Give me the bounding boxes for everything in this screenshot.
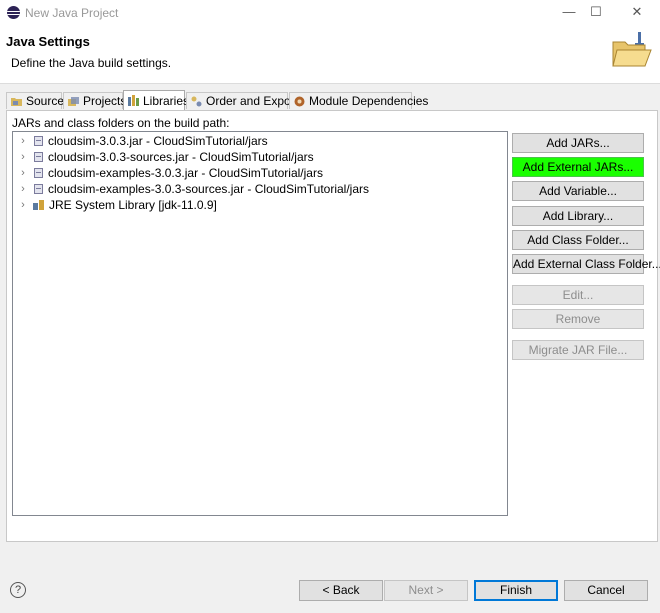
add-external-class-folder-button[interactable]: Add External Class Folder... bbox=[512, 254, 660, 274]
add-library-button[interactable]: Add Library... bbox=[512, 206, 644, 226]
source-folder-icon bbox=[11, 96, 22, 107]
tree-item[interactable]: › cloudsim-3.0.3.jar - CloudSimTutorial/… bbox=[13, 133, 268, 149]
tree-item[interactable]: › cloudsim-3.0.3-sources.jar - CloudSimT… bbox=[13, 149, 314, 165]
add-jars-button[interactable]: Add JARs... bbox=[512, 133, 644, 153]
remove-button[interactable]: Remove bbox=[512, 309, 644, 329]
tree-item-label: cloudsim-3.0.3-sources.jar - CloudSimTut… bbox=[48, 150, 314, 164]
window-title: New Java Project bbox=[25, 6, 119, 20]
build-path-tree[interactable]: › cloudsim-3.0.3.jar - CloudSimTutorial/… bbox=[12, 131, 508, 516]
chevron-right-icon[interactable]: › bbox=[16, 135, 30, 147]
tree-item[interactable]: › JRE System Library [jdk-11.0.9] bbox=[13, 197, 217, 213]
tab-source-label: Source bbox=[26, 94, 65, 108]
cancel-button[interactable]: Cancel bbox=[564, 580, 648, 601]
tab-libraries-label: Libraries bbox=[143, 93, 190, 108]
eclipse-icon bbox=[7, 6, 20, 19]
tab-projects-label: Projects bbox=[83, 94, 127, 108]
tree-item[interactable]: › cloudsim-examples-3.0.3.jar - CloudSim… bbox=[13, 165, 323, 181]
title-bar: New Java Project — ☐ ✕ bbox=[0, 0, 660, 25]
back-button[interactable]: < Back bbox=[299, 580, 383, 601]
module-icon bbox=[294, 96, 305, 107]
add-external-jars-button[interactable]: Add External JARs... bbox=[512, 157, 644, 177]
tree-item-label: cloudsim-3.0.3.jar - CloudSimTutorial/ja… bbox=[48, 134, 268, 148]
migrate-jar-button[interactable]: Migrate JAR File... bbox=[512, 340, 644, 360]
tab-order-export-label: Order and Export bbox=[206, 94, 299, 108]
library-icon bbox=[33, 200, 45, 210]
tab-order-export[interactable]: Order and Export bbox=[186, 92, 298, 109]
projects-icon bbox=[68, 96, 79, 107]
next-button[interactable]: Next > bbox=[384, 580, 468, 601]
tree-item-label: cloudsim-examples-3.0.3.jar - CloudSimTu… bbox=[48, 166, 323, 180]
tab-module-dependencies-label: Module Dependencies bbox=[309, 94, 429, 108]
build-path-label: JARs and class folders on the build path… bbox=[12, 116, 230, 130]
wizard-header: Java Settings Define the Java build sett… bbox=[0, 25, 660, 84]
order-export-icon bbox=[191, 96, 202, 107]
tab-libraries[interactable]: Libraries bbox=[123, 90, 189, 110]
maximize-button[interactable]: ☐ bbox=[581, 2, 611, 22]
tab-projects[interactable]: Projects bbox=[63, 92, 127, 109]
tab-module-dependencies[interactable]: Module Dependencies bbox=[289, 92, 428, 109]
tab-source[interactable]: Source bbox=[6, 92, 65, 109]
tree-item-label: cloudsim-examples-3.0.3-sources.jar - Cl… bbox=[48, 182, 369, 196]
help-icon[interactable]: ? bbox=[10, 582, 26, 598]
libraries-icon bbox=[128, 95, 139, 106]
page-title: Java Settings bbox=[6, 34, 90, 49]
add-class-folder-button[interactable]: Add Class Folder... bbox=[512, 230, 644, 250]
minimize-button[interactable]: — bbox=[554, 2, 584, 22]
chevron-right-icon[interactable]: › bbox=[16, 167, 30, 179]
page-description: Define the Java build settings. bbox=[11, 56, 172, 70]
tree-item[interactable]: › cloudsim-examples-3.0.3-sources.jar - … bbox=[13, 181, 369, 197]
chevron-right-icon[interactable]: › bbox=[16, 199, 30, 211]
finish-button[interactable]: Finish bbox=[474, 580, 558, 601]
close-button[interactable]: ✕ bbox=[622, 2, 652, 22]
chevron-right-icon[interactable]: › bbox=[16, 151, 30, 163]
edit-button[interactable]: Edit... bbox=[512, 285, 644, 305]
jar-icon bbox=[34, 136, 43, 146]
add-variable-button[interactable]: Add Variable... bbox=[512, 181, 644, 201]
tree-item-label: JRE System Library [jdk-11.0.9] bbox=[49, 198, 217, 212]
jar-icon bbox=[34, 184, 43, 194]
chevron-right-icon[interactable]: › bbox=[16, 183, 30, 195]
java-project-folder-icon bbox=[612, 32, 652, 67]
jar-icon bbox=[34, 168, 43, 178]
jar-icon bbox=[34, 152, 43, 162]
